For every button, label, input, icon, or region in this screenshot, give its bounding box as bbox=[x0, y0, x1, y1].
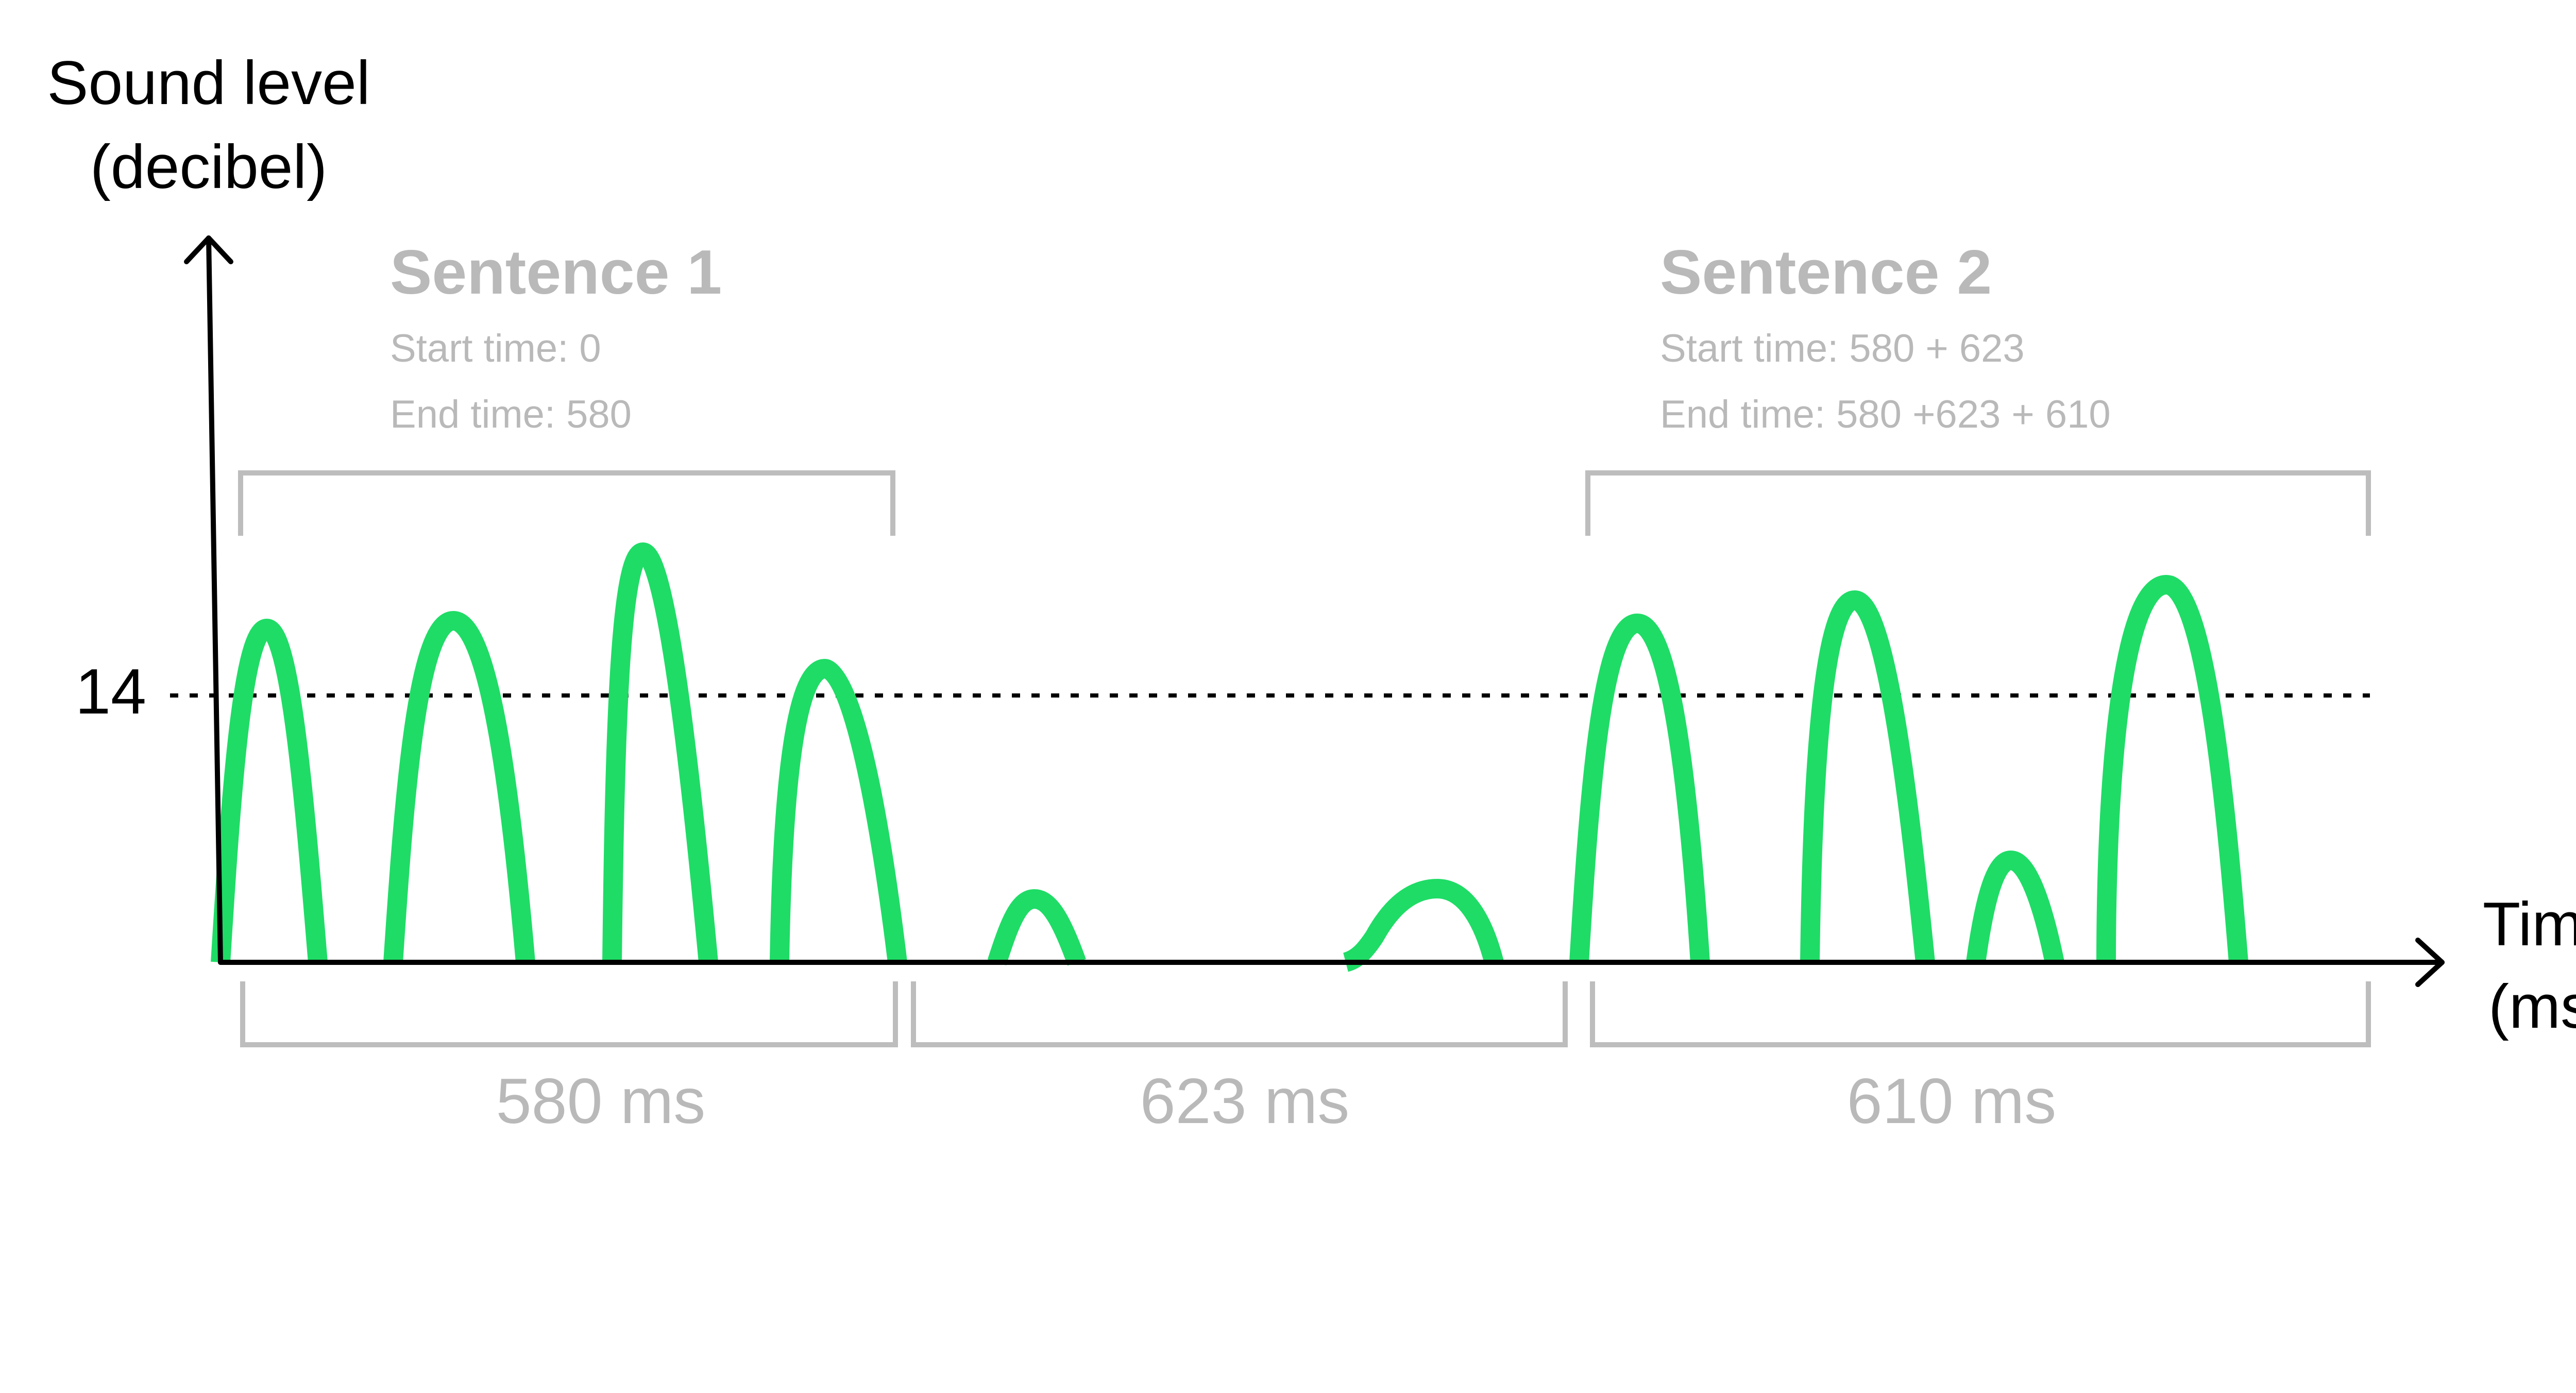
duration-label-3: 610 ms bbox=[1847, 1066, 2057, 1137]
duration-label-2: 623 ms bbox=[1140, 1066, 1350, 1137]
wave-hump bbox=[1800, 590, 1935, 963]
wave-hump bbox=[1343, 879, 1504, 972]
sentence-2-end-time: End time: 580 +623 + 610 bbox=[1660, 393, 2111, 436]
sentence-2-start-time: Start time: 580 + 623 bbox=[1660, 327, 2025, 370]
wave-hump bbox=[211, 619, 328, 963]
wave-hump bbox=[770, 659, 907, 964]
sound-waveform bbox=[211, 542, 2248, 972]
sentence-1-bracket bbox=[238, 470, 895, 536]
sound-level-diagram: Sound level (decibel) Time (ms) 14 Sente… bbox=[47, 48, 2576, 1137]
duration-bracket-1 bbox=[240, 981, 898, 1047]
wave-hump bbox=[1966, 851, 2064, 964]
duration-label-1: 580 ms bbox=[496, 1066, 706, 1137]
wave-hump bbox=[602, 542, 718, 963]
sentence-1-start-time: Start time: 0 bbox=[390, 327, 601, 370]
y-axis-label-line2: (decibel) bbox=[90, 132, 327, 201]
wave-hump bbox=[383, 611, 535, 963]
duration-bracket-2 bbox=[911, 981, 1568, 1047]
duration-bracket-3 bbox=[1590, 981, 2371, 1047]
sentence-1-end-time: End time: 580 bbox=[390, 393, 632, 436]
wave-hump bbox=[1569, 614, 1710, 963]
threshold-tick-label: 14 bbox=[75, 656, 146, 727]
y-axis bbox=[206, 235, 223, 965]
y-axis-label-line1: Sound level bbox=[47, 48, 370, 117]
sentence-1-title: Sentence 1 bbox=[390, 237, 722, 307]
wave-hump bbox=[987, 889, 1086, 966]
sentence-2-bracket bbox=[1585, 470, 2371, 536]
sentence-2-title: Sentence 2 bbox=[1660, 237, 1992, 307]
wave-hump bbox=[2096, 575, 2248, 963]
diagram-canvas: Sound level (decibel) Time (ms) 14 Sente… bbox=[0, 0, 2576, 1393]
x-axis-label-line1: Time bbox=[2483, 890, 2576, 959]
x-axis-label-line2: (ms) bbox=[2488, 972, 2576, 1041]
